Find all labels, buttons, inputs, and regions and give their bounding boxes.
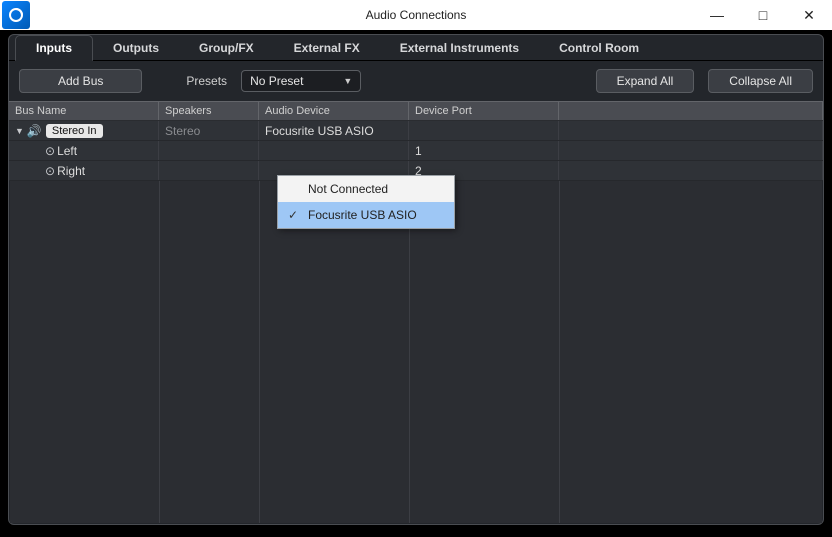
collapse-all-button[interactable]: Collapse All: [708, 69, 813, 93]
bus-row[interactable]: ▼ 🔊 Stereo In Stereo Focusrite USB ASIO: [9, 121, 823, 141]
presets-label: Presets: [186, 74, 227, 88]
speaker-icon: 🔊: [27, 124, 42, 138]
bus-name-value[interactable]: Stereo In: [46, 124, 103, 138]
tab-control-room[interactable]: Control Room: [539, 36, 659, 60]
table-body: ▼ 🔊 Stereo In Stereo Focusrite USB ASIO …: [9, 121, 823, 181]
expand-all-button[interactable]: Expand All: [596, 69, 695, 93]
presets-dropdown[interactable]: No Preset ▼: [241, 70, 361, 92]
channel-row-left[interactable]: ⊙ Left 1: [9, 141, 823, 161]
bus-device-value[interactable]: Focusrite USB ASIO: [259, 121, 409, 140]
col-audio-device[interactable]: Audio Device: [259, 102, 409, 120]
col-bus-name[interactable]: Bus Name: [9, 102, 159, 120]
channel-right-label: Right: [57, 164, 85, 178]
toolbar: Add Bus Presets No Preset ▼ Expand All C…: [9, 61, 823, 101]
add-bus-button[interactable]: Add Bus: [19, 69, 142, 93]
tab-externalfx[interactable]: External FX: [274, 36, 380, 60]
bus-speakers-value: Stereo: [159, 121, 259, 140]
menu-item-not-connected[interactable]: Not Connected: [278, 176, 454, 202]
app-icon: [2, 1, 30, 29]
title-bar: Audio Connections — □ ✕: [0, 0, 832, 30]
tab-bar: Inputs Outputs Group/FX External FX Exte…: [9, 35, 823, 61]
bus-port-value: [409, 121, 559, 140]
col-spare: [559, 102, 823, 120]
col-speakers[interactable]: Speakers: [159, 102, 259, 120]
dropdown-triangle-icon: ▼: [343, 76, 352, 86]
tab-external-instruments[interactable]: External Instruments: [380, 36, 539, 60]
tab-groupfx[interactable]: Group/FX: [179, 36, 274, 60]
menu-item-focusrite[interactable]: Focusrite USB ASIO: [278, 202, 454, 228]
close-button[interactable]: ✕: [786, 0, 832, 30]
mono-speaker-icon: ⊙: [45, 144, 55, 158]
tab-inputs[interactable]: Inputs: [15, 35, 93, 61]
expand-toggle-icon[interactable]: ▼: [15, 126, 24, 136]
channel-left-port[interactable]: 1: [409, 141, 559, 160]
main-panel: Inputs Outputs Group/FX External FX Exte…: [8, 34, 824, 525]
device-context-menu[interactable]: Not Connected Focusrite USB ASIO: [277, 175, 455, 229]
maximize-button[interactable]: □: [740, 0, 786, 30]
tab-outputs[interactable]: Outputs: [93, 36, 179, 60]
channel-left-label: Left: [57, 144, 77, 158]
presets-value: No Preset: [250, 74, 303, 88]
minimize-button[interactable]: —: [694, 0, 740, 30]
col-device-port[interactable]: Device Port: [409, 102, 559, 120]
table-header: Bus Name Speakers Audio Device Device Po…: [9, 101, 823, 121]
mono-speaker-icon: ⊙: [45, 164, 55, 178]
